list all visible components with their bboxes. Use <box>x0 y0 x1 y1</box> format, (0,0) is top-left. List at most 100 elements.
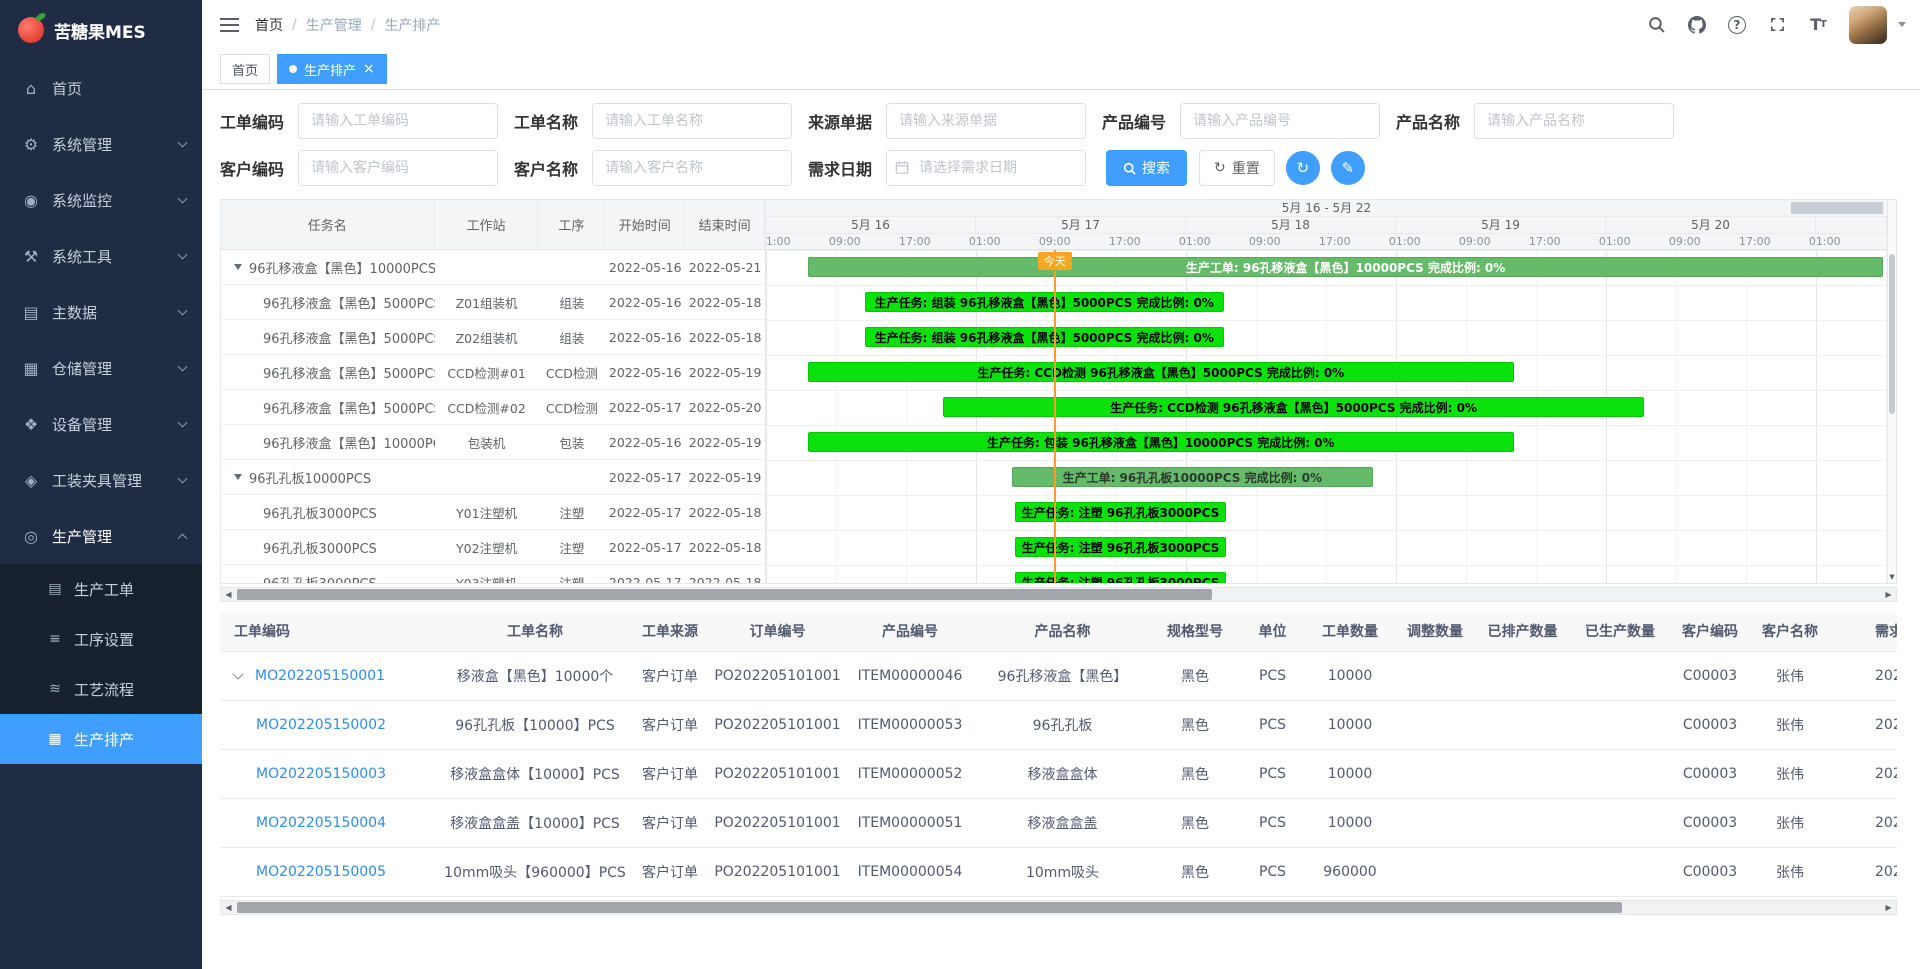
gantt-bar-label: 生产工单: 96孔孔板10000PCS 完成比例: 0% <box>1060 469 1325 486</box>
today-line <box>1054 250 1056 583</box>
sync-round-button[interactable]: ↻ <box>1286 151 1320 185</box>
expand-chevron-icon[interactable] <box>232 668 243 679</box>
fullscreen-icon[interactable] <box>1767 15 1787 35</box>
tab-0[interactable]: 首页 <box>220 54 270 84</box>
week-range-row: 5月 16 - 5月 22 <box>766 200 1887 217</box>
scrollbar-thumb[interactable] <box>1889 254 1895 414</box>
table-row[interactable]: MO20220515000510mm吸头【960000】PCS客户订单PO202… <box>220 847 1897 896</box>
text-input[interactable] <box>1474 103 1674 139</box>
scrollbar-thumb[interactable] <box>237 902 1622 913</box>
sidebar-item-3[interactable]: ⚒系统工具 <box>0 228 202 284</box>
text-input[interactable] <box>592 103 792 139</box>
cell-demand_date: 2022 <box>1830 798 1897 847</box>
chevron-down-icon <box>178 474 188 484</box>
sidebar-item-5[interactable]: ▦仓储管理 <box>0 340 202 396</box>
gantt-task-row[interactable]: 96孔孔板3000PCSY02注塑机注塑2022-05-172022-05-18 <box>221 530 765 565</box>
cell-code: MO202205150003 <box>220 749 440 798</box>
gantt-workorder-bar[interactable]: 生产工单: 96孔孔板10000PCS 完成比例: 0% <box>1012 467 1373 487</box>
table-row[interactable]: MO202205150001移液盒【黑色】10000个客户订单PO2022051… <box>220 651 1897 700</box>
table-row[interactable]: MO20220515000296孔孔板【10000】PCS客户订单PO20220… <box>220 700 1897 749</box>
cell-scheduled_qty <box>1475 651 1570 700</box>
github-icon[interactable] <box>1687 15 1707 35</box>
gantt-task-bar[interactable]: 生产任务: 组装 96孔移液盒【黑色】5000PCS 完成比例: 0% <box>865 327 1224 347</box>
reset-button[interactable]: ↻重置 <box>1199 150 1275 186</box>
sidebar-item-4[interactable]: ▤主数据 <box>0 284 202 340</box>
gantt-workorder-bar[interactable]: 生产工单: 96孔移液盒【黑色】10000PCS 完成比例: 0% <box>808 257 1883 277</box>
chevron-down-icon[interactable] <box>1898 22 1906 27</box>
date-input[interactable] <box>886 150 1086 186</box>
text-input[interactable] <box>1180 103 1380 139</box>
sidebar-item-7[interactable]: ◈工装夹具管理 <box>0 452 202 508</box>
avatar[interactable] <box>1849 6 1887 44</box>
sidebar-item-8[interactable]: ◎生产管理 <box>0 508 202 564</box>
gantt-task-bar[interactable]: 生产任务: 注塑 96孔孔板3000PCS 完成比例: 0% <box>1015 537 1226 557</box>
orders-horizontal-scrollbar[interactable]: ◀ ▶ <box>220 900 1897 915</box>
scroll-right-arrow-icon[interactable]: ▶ <box>1881 588 1896 601</box>
workorder-link[interactable]: MO202205150003 <box>256 766 386 782</box>
task-process: CCD检测 <box>538 390 605 424</box>
gantt-column-header: 任务名 <box>221 200 435 249</box>
text-input[interactable] <box>298 103 498 139</box>
sidebar-item-6[interactable]: ❖设备管理 <box>0 396 202 452</box>
close-icon[interactable]: × <box>363 62 375 76</box>
gantt-task-row[interactable]: 96孔移液盒【黑色】5000PCSZ02组装机组装2022-05-162022-… <box>221 320 765 355</box>
sidebar-subitem-2[interactable]: ≋工艺流程 <box>0 664 202 714</box>
gantt-task-bar[interactable]: 生产任务: 注塑 96孔孔板3000PCS 完成比例: 0% <box>1015 572 1226 583</box>
sidebar-subitem-3[interactable]: ▦生产排产 <box>0 714 202 764</box>
gantt-task-row[interactable]: 96孔移液盒【黑色】5000PCSCCD检测#02CCD检测2022-05-17… <box>221 390 765 425</box>
cell-name: 移液盒【黑色】10000个 <box>440 651 630 700</box>
gantt-task-row[interactable]: 96孔孔板10000PCS2022-05-172022-05-19 <box>221 460 765 495</box>
scroll-down-arrow-icon[interactable]: ▼ <box>1888 572 1896 583</box>
gantt-task-row[interactable]: 96孔孔板3000PCSY01注塑机注塑2022-05-172022-05-18 <box>221 495 765 530</box>
gantt-task-row[interactable]: 96孔移液盒【黑色】10000PCS2022-05-162022-05-21 <box>221 250 765 285</box>
scroll-left-arrow-icon[interactable]: ◀ <box>221 901 236 914</box>
filter-form: 工单编码工单名称来源单据产品编号产品名称客户编码客户名称需求日期搜索↻重置↻✎ <box>220 103 1902 186</box>
timeline-day <box>1816 217 1887 233</box>
breadcrumb-item[interactable]: 生产排产 <box>384 15 440 35</box>
gantt-task-row[interactable]: 96孔移液盒【黑色】10000PCS包装机包装2022-05-162022-05… <box>221 425 765 460</box>
scroll-right-arrow-icon[interactable]: ▶ <box>1881 901 1896 914</box>
hamburger-icon[interactable] <box>220 17 239 32</box>
scrollbar-thumb[interactable] <box>237 589 1212 600</box>
sidebar-subitem-0[interactable]: ▤生产工单 <box>0 564 202 614</box>
gantt-task-row[interactable]: 96孔移液盒【黑色】5000PCSZ01组装机组装2022-05-162022-… <box>221 285 765 320</box>
gantt-task-bar[interactable]: 生产任务: 组装 96孔移液盒【黑色】5000PCS 完成比例: 0% <box>865 292 1224 312</box>
app-logo[interactable]: 苦糖果MES <box>0 0 202 60</box>
search-button[interactable]: 搜索 <box>1106 150 1187 186</box>
text-input[interactable] <box>886 103 1086 139</box>
expander-icon[interactable] <box>234 264 242 270</box>
text-input[interactable] <box>592 150 792 186</box>
breadcrumb: 首页/生产管理/生产排产 <box>255 15 440 35</box>
font-size-icon[interactable]: TT <box>1808 15 1828 35</box>
expander-icon[interactable] <box>234 474 242 480</box>
text-input[interactable] <box>298 150 498 186</box>
sidebar-item-0[interactable]: ⌂首页 <box>0 60 202 116</box>
sidebar-item-1[interactable]: ⚙系统管理 <box>0 116 202 172</box>
orders-column-header: 产品名称 <box>975 612 1150 651</box>
table-row[interactable]: MO202205150003移液盒盒体【10000】PCS客户订单PO20220… <box>220 749 1897 798</box>
search-icon[interactable] <box>1646 15 1666 35</box>
gantt-horizontal-scrollbar[interactable]: ◀ ▶ <box>220 587 1897 602</box>
workorder-link[interactable]: MO202205150002 <box>256 717 386 733</box>
gantt-chart: 生产工单: 96孔移液盒【黑色】10000PCS 完成比例: 0% 生产任务: 组… <box>766 250 1887 583</box>
workorder-link[interactable]: MO202205150001 <box>255 668 385 684</box>
workorder-link[interactable]: MO202205150004 <box>256 815 386 831</box>
gantt-task-bar[interactable]: 生产任务: CCD检测 96孔移液盒【黑色】5000PCS 完成比例: 0% <box>808 362 1514 382</box>
workorder-link[interactable]: MO202205150005 <box>256 864 386 880</box>
task-name: 96孔移液盒【黑色】5000PCS <box>263 363 435 382</box>
gantt-vertical-scrollbar[interactable]: ▼ <box>1887 200 1896 583</box>
tab-1[interactable]: 生产排产× <box>277 54 387 84</box>
filter-label: 客户名称 <box>514 156 584 180</box>
gantt-task-row[interactable]: 96孔移液盒【黑色】5000PCSCCD检测#01CCD检测2022-05-16… <box>221 355 765 390</box>
edit-round-button[interactable]: ✎ <box>1331 151 1365 185</box>
scroll-left-arrow-icon[interactable]: ◀ <box>221 588 236 601</box>
table-row[interactable]: MO202205150004移液盒盒盖【10000】PCS客户订单PO20220… <box>220 798 1897 847</box>
gantt-task-bar[interactable]: 生产任务: CCD检测 96孔移液盒【黑色】5000PCS 完成比例: 0% <box>943 397 1643 417</box>
gantt-task-bar[interactable]: 生产任务: 包装 96孔移液盒【黑色】10000PCS 完成比例: 0% <box>808 432 1514 452</box>
help-icon[interactable]: ? <box>1728 16 1746 34</box>
sidebar-subitem-1[interactable]: ≡工序设置 <box>0 614 202 664</box>
gantt-task-row[interactable]: 96孔孔板3000PCSY03注塑机注塑2022-05-172022-05-18 <box>221 565 765 583</box>
gantt-task-bar[interactable]: 生产任务: 注塑 96孔孔板3000PCS 完成比例: 0% <box>1015 502 1226 522</box>
sidebar-item-2[interactable]: ◉系统监控 <box>0 172 202 228</box>
breadcrumb-item[interactable]: 生产管理 <box>306 15 362 35</box>
